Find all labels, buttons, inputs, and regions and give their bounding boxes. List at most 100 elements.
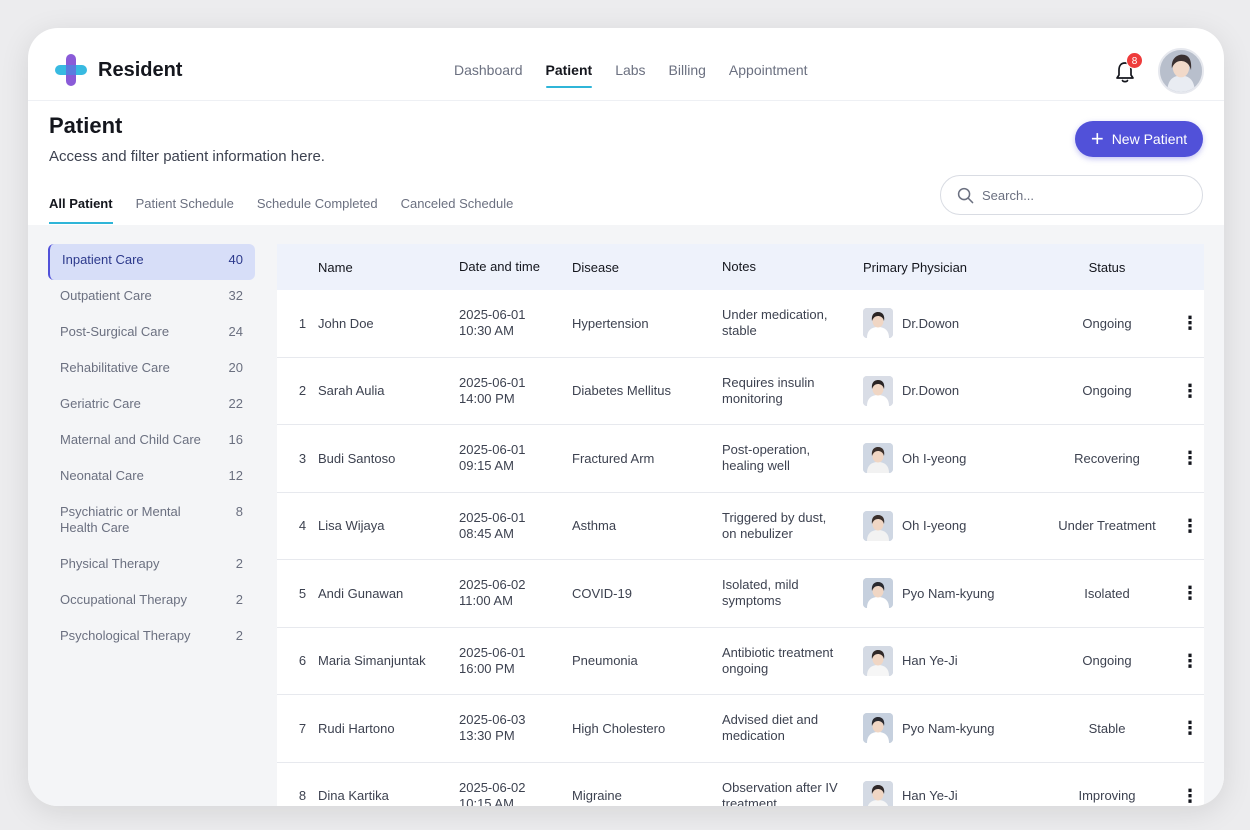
patient-name: John Doe bbox=[318, 315, 374, 331]
patient-name: Budi Santoso bbox=[318, 450, 396, 466]
more-options-icon[interactable]: ⋮ bbox=[1176, 719, 1204, 737]
appointment-time: 09:15 AM bbox=[459, 458, 514, 474]
table-row[interactable]: 7 Rudi Hartono 2025-06-03 13:30 PM High … bbox=[277, 695, 1204, 763]
sidebar-item-neonatal-care[interactable]: Neonatal Care 12 bbox=[48, 460, 255, 496]
appointment-date-time: 2025-06-01 14:00 PM bbox=[459, 375, 572, 407]
more-options-icon[interactable]: ⋮ bbox=[1176, 449, 1204, 467]
tab-canceled-schedule[interactable]: Canceled Schedule bbox=[401, 196, 514, 224]
physician-photo-icon bbox=[863, 578, 893, 609]
header-date-time[interactable]: Date and time bbox=[459, 259, 572, 275]
nav-labs[interactable]: Labs bbox=[615, 62, 645, 90]
sidebar-item-count: 40 bbox=[228, 252, 243, 267]
physician-photo-icon bbox=[863, 713, 893, 744]
patient-name: Dina Kartika bbox=[318, 788, 389, 804]
sidebar-item-label: Outpatient Care bbox=[60, 288, 152, 303]
physician-avatar bbox=[863, 713, 893, 744]
header-disease[interactable]: Disease bbox=[572, 260, 722, 275]
plus-icon: + bbox=[1090, 126, 1104, 151]
tab-patient-schedule[interactable]: Patient Schedule bbox=[136, 196, 234, 224]
appointment-date: 2025-06-02 bbox=[459, 779, 526, 795]
table-row[interactable]: 3 Budi Santoso 2025-06-01 09:15 AM Fract… bbox=[277, 425, 1204, 493]
status-label: Ongoing bbox=[1082, 383, 1132, 399]
sidebar-item-psychological-therapy[interactable]: Psychological Therapy 2 bbox=[48, 620, 255, 656]
search-box[interactable] bbox=[940, 175, 1203, 215]
primary-physician: Dr.Dowon bbox=[863, 308, 1038, 339]
sidebar-item-count: 32 bbox=[228, 288, 243, 303]
top-bar: Resident Dashboard Patient Labs Billing … bbox=[28, 28, 1224, 101]
search-icon bbox=[957, 187, 974, 203]
tab-schedule-completed[interactable]: Schedule Completed bbox=[257, 196, 378, 224]
status-label: Stable bbox=[1088, 720, 1126, 736]
sidebar-item-label: Psychiatric or Mental Health Care bbox=[60, 504, 181, 535]
logo[interactable]: Resident bbox=[54, 53, 182, 87]
row-number: 6 bbox=[298, 653, 307, 669]
appointment-time: 14:00 PM bbox=[459, 390, 515, 406]
header-notes[interactable]: Notes bbox=[722, 259, 863, 275]
sidebar-item-label: Rehabilitative Care bbox=[60, 360, 170, 375]
more-options-icon[interactable]: ⋮ bbox=[1176, 787, 1204, 805]
appointment-time: 13:30 PM bbox=[459, 728, 515, 744]
table-row[interactable]: 8 Dina Kartika 2025-06-02 10:15 AM Migra… bbox=[277, 763, 1204, 806]
notes-line-1: Post-operation, bbox=[722, 442, 811, 458]
search-input[interactable] bbox=[982, 187, 1182, 203]
sidebar-item-occupational-therapy[interactable]: Occupational Therapy 2 bbox=[48, 584, 255, 620]
status-label: Ongoing bbox=[1082, 315, 1132, 331]
notes-line-1: Advised diet and bbox=[722, 712, 819, 728]
patient-name: Sarah Aulia bbox=[318, 383, 385, 399]
table-row[interactable]: 4 Lisa Wijaya 2025-06-01 08:45 AM Asthma… bbox=[277, 493, 1204, 560]
table-row[interactable]: 2 Sarah Aulia 2025-06-01 14:00 PM Diabet… bbox=[277, 358, 1204, 425]
physician-name: Han Ye-Ji bbox=[902, 788, 958, 804]
notes-line-2: symptoms bbox=[722, 593, 782, 609]
header-status[interactable]: Status bbox=[1038, 260, 1176, 275]
sidebar-item-label: Inpatient Care bbox=[62, 252, 144, 267]
physician-avatar bbox=[863, 510, 893, 541]
new-patient-button[interactable]: + New Patient bbox=[1075, 121, 1203, 157]
nav-dashboard[interactable]: Dashboard bbox=[454, 62, 523, 90]
patient-name: Andi Gunawan bbox=[318, 585, 404, 601]
table-row[interactable]: 6 Maria Simanjuntak 2025-06-01 16:00 PM … bbox=[277, 628, 1204, 695]
sidebar-item-psychiatric-care[interactable]: Psychiatric or Mental Health Care 8 bbox=[48, 496, 255, 548]
notes-line-2: stable bbox=[722, 323, 757, 339]
more-options-icon[interactable]: ⋮ bbox=[1176, 314, 1204, 332]
more-options-icon[interactable]: ⋮ bbox=[1176, 652, 1204, 670]
sidebar-item-label: Geriatric Care bbox=[60, 396, 141, 411]
sidebar-item-maternal-child-care[interactable]: Maternal and Child Care 16 bbox=[48, 424, 255, 460]
nav-billing[interactable]: Billing bbox=[669, 62, 706, 90]
table-row[interactable]: 1 John Doe 2025-06-01 10:30 AM Hypertens… bbox=[277, 290, 1204, 358]
tab-all-patient[interactable]: All Patient bbox=[49, 196, 113, 224]
sidebar-item-geriatric-care[interactable]: Geriatric Care 22 bbox=[48, 388, 255, 424]
notes-line-1: Triggered by dust, bbox=[722, 509, 827, 525]
nav-appointment[interactable]: Appointment bbox=[729, 62, 808, 90]
primary-physician: Han Ye-Ji bbox=[863, 645, 1038, 676]
physician-photo-icon bbox=[863, 780, 893, 806]
appointment-time: 08:45 AM bbox=[459, 525, 514, 541]
sidebar-item-count: 20 bbox=[228, 360, 243, 375]
sidebar-item-outpatient-care[interactable]: Outpatient Care 32 bbox=[48, 280, 255, 316]
header-name[interactable]: Name bbox=[318, 260, 459, 275]
sidebar-item-rehabilitative-care[interactable]: Rehabilitative Care 20 bbox=[48, 352, 255, 388]
nav-patient[interactable]: Patient bbox=[545, 62, 592, 90]
sidebar-item-physical-therapy[interactable]: Physical Therapy 2 bbox=[48, 548, 255, 584]
user-avatar[interactable] bbox=[1158, 48, 1204, 94]
appointment-date-time: 2025-06-01 09:15 AM bbox=[459, 442, 572, 474]
sidebar-item-inpatient-care[interactable]: Inpatient Care 40 bbox=[48, 244, 255, 280]
physician-avatar bbox=[863, 375, 893, 406]
physician-avatar bbox=[863, 308, 893, 339]
notes: Under medication, stable bbox=[722, 307, 863, 339]
notes-line-2: treatment bbox=[722, 795, 777, 806]
appointment-date: 2025-06-03 bbox=[459, 712, 526, 728]
appointment-time: 16:00 PM bbox=[459, 660, 515, 676]
primary-physician: Dr.Dowon bbox=[863, 375, 1038, 406]
notes: Isolated, mild symptoms bbox=[722, 577, 863, 609]
more-options-icon[interactable]: ⋮ bbox=[1176, 517, 1204, 535]
sidebar-item-count: 2 bbox=[235, 628, 243, 643]
appointment-date-time: 2025-06-02 11:00 AM bbox=[459, 577, 572, 609]
header-primary-physician[interactable]: Primary Physician bbox=[863, 260, 1038, 275]
sidebar-item-label: Post-Surgical Care bbox=[60, 324, 170, 339]
sidebar-item-count: 12 bbox=[228, 468, 243, 483]
table-row[interactable]: 5 Andi Gunawan 2025-06-02 11:00 AM COVID… bbox=[277, 560, 1204, 628]
more-options-icon[interactable]: ⋮ bbox=[1176, 382, 1204, 400]
sidebar-item-post-surgical-care[interactable]: Post-Surgical Care 24 bbox=[48, 316, 255, 352]
content-area: Inpatient Care 40 Outpatient Care 32 Pos… bbox=[28, 225, 1224, 806]
more-options-icon[interactable]: ⋮ bbox=[1176, 584, 1204, 602]
